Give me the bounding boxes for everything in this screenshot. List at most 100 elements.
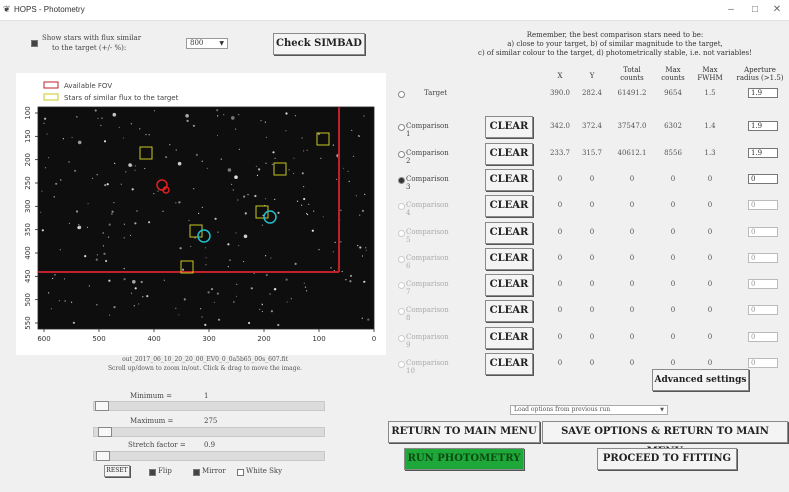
aperture-input[interactable]: 0 (748, 305, 778, 315)
star-point (236, 283, 238, 285)
white-sky-checkbox[interactable] (237, 469, 244, 476)
clear-button[interactable]: CLEAR (485, 195, 533, 217)
star-point (48, 292, 50, 294)
mirror-checkbox[interactable] (193, 469, 200, 476)
star-point (256, 174, 259, 176)
star-point (294, 262, 297, 265)
star-point (175, 307, 177, 309)
clear-button[interactable]: CLEAR (485, 248, 533, 270)
star-point (359, 214, 361, 216)
row-select-radio[interactable] (398, 151, 405, 158)
aperture-input[interactable]: 1.9 (748, 121, 778, 131)
cell-max: 0 (670, 280, 676, 288)
minimize-icon[interactable]: – (720, 2, 742, 18)
reset-button[interactable]: RESET (104, 465, 130, 477)
run-photometry-button[interactable]: RUN PHOTOMETRY (404, 448, 524, 470)
aperture-input[interactable]: 0 (748, 358, 778, 368)
aperture-input[interactable]: 0 (748, 227, 778, 237)
cell-y: 0 (589, 359, 595, 367)
row-select-radio[interactable] (398, 335, 405, 342)
row-label: Comparison 9 (406, 333, 449, 349)
aperture-input[interactable]: 0 (748, 332, 778, 342)
cell-fwhm: 0 (707, 201, 713, 209)
star-point (175, 149, 177, 151)
star-point (217, 115, 219, 117)
stretch-slider[interactable] (93, 451, 325, 461)
row-select-radio[interactable] (398, 177, 405, 184)
row-select-radio[interactable] (398, 361, 405, 368)
star-point (255, 165, 257, 167)
star-point (118, 126, 120, 128)
aperture-input[interactable]: 0 (748, 174, 778, 184)
star-point (112, 112, 117, 117)
star-point (308, 203, 310, 205)
star-point (359, 246, 362, 249)
clear-button[interactable]: CLEAR (485, 300, 533, 322)
star-point (131, 188, 134, 191)
star-point (153, 110, 156, 112)
row-select-radio[interactable] (398, 308, 405, 315)
star-point (88, 285, 90, 287)
star-point (130, 123, 132, 125)
maximum-slider-handle[interactable] (98, 427, 112, 437)
aperture-input[interactable]: 0 (748, 279, 778, 289)
aperture-input[interactable]: 1.9 (748, 148, 778, 158)
cell-y: 0 (589, 175, 595, 183)
y-tick-label: 500 (24, 293, 32, 306)
return-main-menu-button[interactable]: RETURN TO MAIN MENU (388, 421, 540, 443)
star-point (238, 244, 240, 247)
clear-button[interactable]: CLEAR (485, 274, 533, 296)
advanced-settings-button[interactable]: Advanced settings (652, 369, 749, 391)
row-select-radio[interactable] (398, 282, 405, 289)
row-label: Comparison 2 (406, 149, 449, 165)
flux-percent-select[interactable]: 800 ▼ (186, 38, 228, 49)
star-point (301, 172, 304, 175)
clear-button[interactable]: CLEAR (485, 327, 533, 349)
title-bar: ❦ HOPS - Photometry – □ ✕ (0, 0, 789, 21)
star-point (238, 114, 240, 116)
row-select-radio[interactable] (398, 124, 405, 131)
check-simbad-button[interactable]: Check SIMBAD (273, 33, 365, 55)
star-point (84, 255, 87, 258)
cell-y: 0 (589, 254, 595, 262)
star-point (306, 290, 308, 292)
star-point (96, 174, 98, 176)
clear-button[interactable]: CLEAR (485, 222, 533, 244)
flip-checkbox[interactable] (149, 469, 156, 476)
row-select-radio[interactable] (398, 256, 405, 263)
x-tick-label: 600 (37, 335, 50, 343)
clear-button[interactable]: CLEAR (485, 116, 533, 138)
aperture-input[interactable]: 1.9 (748, 88, 778, 98)
show-stars-checkbox[interactable] (31, 40, 38, 47)
row-select-radio[interactable] (398, 203, 405, 210)
maximum-slider[interactable] (93, 427, 325, 437)
clear-button[interactable]: CLEAR (485, 143, 533, 165)
minimum-slider[interactable] (93, 401, 325, 411)
star-point (355, 195, 357, 197)
star-point (234, 175, 238, 179)
proceed-to-fitting-button[interactable]: PROCEED TO FITTING (597, 448, 737, 470)
save-options-return-button[interactable]: SAVE OPTIONS & RETURN TO MAIN MENU (542, 421, 788, 457)
close-icon[interactable]: ✕ (766, 2, 788, 18)
row-select-radio[interactable] (398, 91, 405, 98)
star-point (94, 109, 97, 112)
star-field-plot[interactable]: Available FOV Stars of similar flux to t… (16, 73, 386, 355)
clear-button[interactable]: CLEAR (485, 353, 533, 375)
row-select-radio[interactable] (398, 230, 405, 237)
y-tick-label: 250 (24, 176, 32, 189)
star-point (306, 149, 308, 151)
stretch-slider-handle[interactable] (96, 451, 110, 461)
reminder-text: Remember, the best comparison stars need… (440, 31, 789, 58)
star-point (332, 251, 334, 253)
star-point (290, 298, 292, 300)
minimum-slider-handle[interactable] (95, 401, 109, 411)
maximize-icon[interactable]: □ (744, 2, 766, 18)
clear-button[interactable]: CLEAR (485, 169, 533, 191)
star-point (128, 163, 132, 167)
star-point (364, 193, 366, 195)
star-point (181, 268, 185, 271)
aperture-input[interactable]: 0 (748, 200, 778, 210)
load-options-select[interactable]: Load options from previous run ▼ (510, 405, 668, 415)
star-point (285, 130, 287, 132)
aperture-input[interactable]: 0 (748, 253, 778, 263)
